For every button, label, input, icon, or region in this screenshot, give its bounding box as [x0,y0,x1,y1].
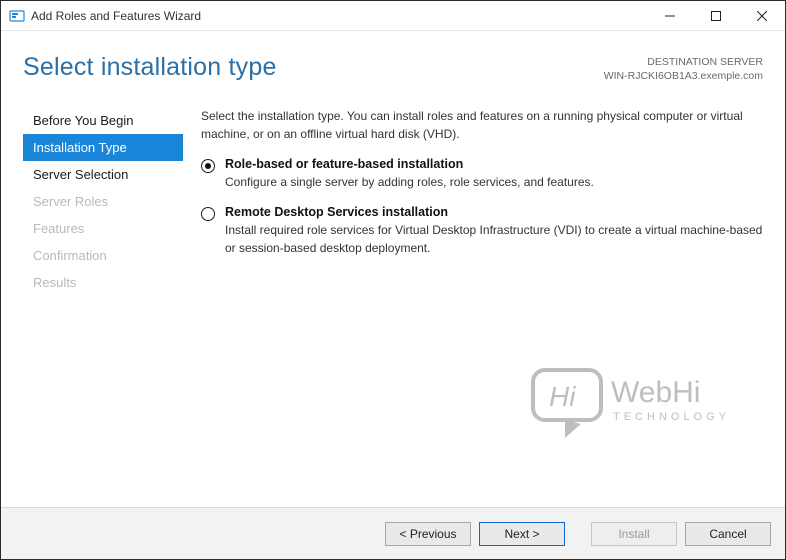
maximize-button[interactable] [693,1,739,31]
destination-label: DESTINATION SERVER [604,55,763,69]
radio-role-based[interactable] [201,159,215,173]
option-role-based-desc: Configure a single server by adding role… [225,173,763,191]
step-installation-type[interactable]: Installation Type [23,134,183,161]
step-features: Features [23,215,183,242]
step-server-roles: Server Roles [23,188,183,215]
radio-remote-desktop[interactable] [201,207,215,221]
app-icon [9,8,25,24]
option-role-based-title: Role-based or feature-based installation [225,157,763,171]
wizard-steps-sidebar: Before You Begin Installation Type Serve… [23,107,183,507]
step-server-selection[interactable]: Server Selection [23,161,183,188]
titlebar: Add Roles and Features Wizard [1,1,785,31]
destination-server-block: DESTINATION SERVER WIN-RJCKI6OB1A3.exemp… [604,55,763,83]
option-remote-desktop-desc: Install required role services for Virtu… [225,221,763,257]
option-role-based[interactable]: Role-based or feature-based installation… [201,157,763,191]
content-area: Select installation type DESTINATION SER… [1,31,785,507]
destination-server-name: WIN-RJCKI6OB1A3.exemple.com [604,69,763,83]
wizard-footer: < Previous Next > Install Cancel [1,507,785,559]
step-results: Results [23,269,183,296]
option-remote-desktop-title: Remote Desktop Services installation [225,205,763,219]
minimize-button[interactable] [647,1,693,31]
main-panel: Select the installation type. You can in… [201,107,763,507]
wizard-window: Add Roles and Features Wizard Select ins… [0,0,786,560]
intro-text: Select the installation type. You can in… [201,107,763,143]
page-title: Select installation type [23,53,277,82]
previous-button[interactable]: < Previous [385,522,471,546]
next-button[interactable]: Next > [479,522,565,546]
window-title: Add Roles and Features Wizard [31,9,201,23]
cancel-button[interactable]: Cancel [685,522,771,546]
install-button: Install [591,522,677,546]
close-button[interactable] [739,1,785,31]
step-confirmation: Confirmation [23,242,183,269]
header-row: Select installation type DESTINATION SER… [23,53,763,83]
option-remote-desktop[interactable]: Remote Desktop Services installation Ins… [201,205,763,257]
body-row: Before You Begin Installation Type Serve… [23,107,763,507]
step-before-you-begin[interactable]: Before You Begin [23,107,183,134]
